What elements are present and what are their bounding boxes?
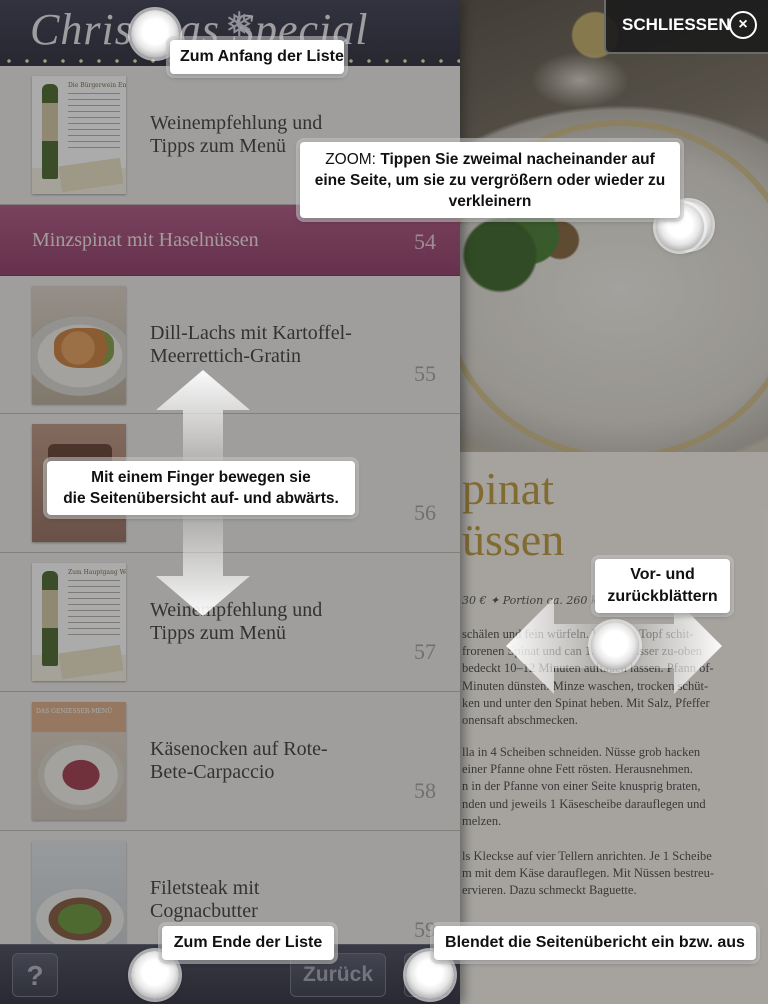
- tip-zoom-prefix: ZOOM:: [325, 151, 376, 168]
- tip-scroll-line2: die Seitenübersicht auf- und abwärts.: [63, 490, 339, 507]
- close-help-button[interactable]: SCHLIESSEN ×: [604, 0, 768, 54]
- tip-page-flip: Vor- und zurückblättern: [595, 559, 730, 613]
- tip-zoom: ZOOM: Tippen Sie zweimal nacheinander au…: [300, 142, 680, 218]
- tip-scroll-line1: Mit einem Finger bewegen sie: [91, 469, 311, 486]
- tip-scroll-to-end: Zum Ende der Liste: [162, 926, 334, 960]
- close-icon: ×: [729, 11, 757, 39]
- help-overlay: SCHLIESSEN × Zum Anfang der Liste ZOOM: …: [0, 0, 768, 1004]
- tip-scroll-to-top: Zum Anfang der Liste: [170, 40, 344, 74]
- tip-page-line1: Vor- und: [630, 566, 695, 583]
- touch-point-page: [591, 622, 639, 670]
- tip-scroll-list: Mit einem Finger bewegen sie die Seitenü…: [47, 461, 355, 515]
- tip-toggle-overview: Blendet die Seitenübericht ein bzw. aus: [434, 926, 756, 960]
- tip-page-line2: zurückblättern: [607, 588, 718, 605]
- close-label: SCHLIESSEN: [622, 15, 731, 34]
